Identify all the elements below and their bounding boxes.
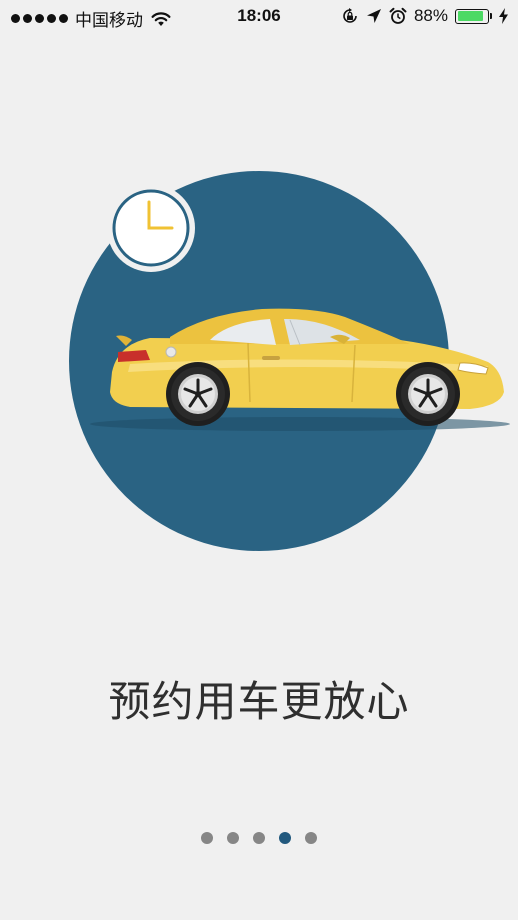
front-wheel [401,367,455,421]
page-dot-active[interactable] [279,832,291,844]
onboarding-title: 预约用车更放心 [108,677,410,726]
page-indicator[interactable] [0,832,518,844]
onboarding-illustration [69,171,510,551]
page-dot[interactable] [227,832,239,844]
page-dot[interactable] [305,832,317,844]
page-dot[interactable] [201,832,213,844]
clock-icon [107,184,195,272]
page-dot[interactable] [253,832,265,844]
rear-wheel [171,367,225,421]
